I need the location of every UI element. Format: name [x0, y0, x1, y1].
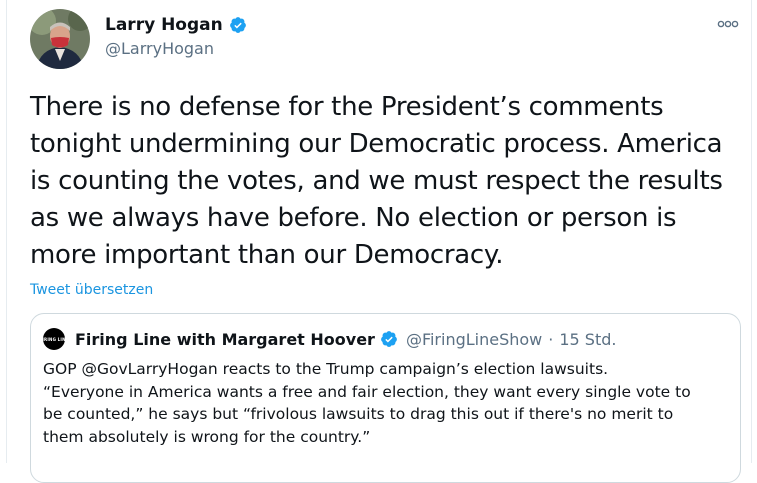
more-options-button[interactable] [715, 14, 741, 34]
separator-dot: · [548, 329, 554, 349]
quoted-tweet-text: GOP @GovLarryHogan reacts to the Trump c… [43, 360, 691, 446]
author-display-name[interactable]: Larry Hogan [105, 15, 223, 35]
quoted-avatar-logo-text: FIRING LINE [39, 336, 69, 342]
quoted-handle[interactable]: @FiringLineShow [406, 330, 542, 349]
author-handle[interactable]: @LarryHogan [105, 39, 214, 58]
verified-badge-icon [229, 17, 246, 33]
verified-badge-icon [381, 331, 397, 347]
more-options-icon [717, 20, 739, 28]
translate-tweet-link[interactable]: Tweet übersetzen [30, 282, 153, 298]
author-name-row: Larry Hogan [105, 14, 247, 36]
quoted-tweet[interactable]: FIRING LINE Firing Line with Margaret Ho… [30, 313, 741, 483]
quoted-display-name[interactable]: Firing Line with Margaret Hoover [75, 330, 375, 349]
profile-photo-icon [30, 9, 90, 69]
quoted-timestamp[interactable]: 15 Std. [559, 330, 616, 349]
quoted-tweet-header: FIRING LINE Firing Line with Margaret Ho… [39, 328, 616, 350]
quoted-avatar: FIRING LINE [39, 328, 68, 350]
tweet-text: There is no defense for the President’s … [30, 92, 723, 270]
avatar[interactable] [30, 9, 90, 69]
tweet-card: Larry Hogan @LarryHogan There is no defe… [6, 0, 752, 483]
